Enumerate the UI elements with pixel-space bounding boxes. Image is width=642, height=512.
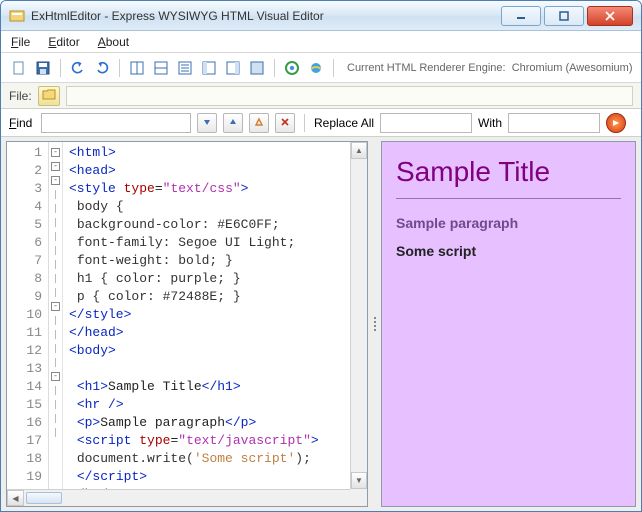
layout-lines-icon[interactable] [175,58,195,78]
renderer-value: Chromium (Awesomium) [512,62,633,74]
window-title: ExHtmlEditor - Express WYSIWYG HTML Visu… [31,9,498,23]
scroll-track[interactable] [24,490,350,506]
redo-icon[interactable] [92,58,112,78]
findbar: Find Replace All With [1,109,641,137]
open-file-button[interactable] [38,86,60,106]
preview-pane: Sample Title Sample paragraph Some scrip… [381,141,636,507]
find-input[interactable] [41,113,191,133]
fold-gutter: - - - - - [49,142,63,506]
find-next-button[interactable] [197,113,217,133]
with-label: With [478,116,502,130]
vertical-scrollbar[interactable]: ▲ ▼ [350,142,367,489]
file-label: File: [9,89,32,103]
ie-icon[interactable] [306,58,326,78]
app-icon [9,8,25,24]
preview-script-output: Some script [396,243,621,259]
menu-file[interactable]: File [11,35,30,49]
clear-button[interactable] [275,113,295,133]
code-editor[interactable]: <html> <head> <style type="text/css"> bo… [63,142,367,506]
code-body: 123456789101112131415161718192021 - - - -- … [7,142,367,506]
replace-input[interactable] [380,113,472,133]
new-icon[interactable] [9,58,29,78]
preview-title: Sample Title [396,156,621,188]
renderer-label: Current HTML Renderer Engine: Chromium (… [347,62,633,74]
fold-toggle[interactable]: - [51,372,60,381]
fold-toggle[interactable]: - [51,148,60,157]
scroll-thumb[interactable] [26,492,62,504]
scroll-up-icon[interactable]: ▲ [351,142,367,159]
scroll-left-icon[interactable]: ◀ [7,490,24,506]
fold-toggle[interactable]: - [51,176,60,185]
fold-toggle[interactable]: - [51,302,60,311]
close-button[interactable] [587,6,633,26]
chrome-icon[interactable] [282,58,302,78]
highlight-button[interactable] [249,113,269,133]
toolbar-sep [333,59,334,77]
menu-editor[interactable]: Editor [48,35,79,49]
clear-icon [280,116,290,130]
menubar: File Editor About [1,31,641,53]
maximize-button[interactable] [544,6,584,26]
layout-split-icon[interactable] [127,58,147,78]
minimize-button[interactable] [501,6,541,26]
app-window: ExHtmlEditor - Express WYSIWYG HTML Visu… [0,0,642,512]
layout-full-icon[interactable] [247,58,267,78]
toolbar: Current HTML Renderer Engine: Chromium (… [1,53,641,83]
undo-icon[interactable] [68,58,88,78]
play-icon [612,116,620,130]
toolbar-sep [274,59,275,77]
renderer-label-text: Current HTML Renderer Engine: [347,62,506,74]
workarea: 123456789101112131415161718192021 - - - -- … [1,137,641,511]
with-input[interactable] [508,113,600,133]
find-prev-button[interactable] [223,113,243,133]
layout-preview-icon[interactable] [223,58,243,78]
menu-about[interactable]: About [98,35,129,49]
replace-go-button[interactable] [606,113,626,133]
layout-vert-icon[interactable] [151,58,171,78]
toolbar-sep [119,59,120,77]
folder-icon [42,88,56,103]
line-gutter: 123456789101112131415161718192021 [7,142,49,506]
filebar: File: [1,83,641,109]
preview-paragraph: Sample paragraph [396,215,621,231]
save-icon[interactable] [33,58,53,78]
window-buttons [498,6,633,26]
arrow-down-icon [202,116,212,130]
highlight-icon [254,116,264,130]
layout-code-icon[interactable] [199,58,219,78]
find-label: Find [9,116,35,130]
horizontal-scrollbar[interactable]: ◀ ▶ [7,489,367,506]
titlebar: ExHtmlEditor - Express WYSIWYG HTML Visu… [1,1,641,31]
findbar-sep [304,114,305,132]
scroll-down-icon[interactable]: ▼ [351,472,367,489]
toolbar-sep [60,59,61,77]
preview-hr [396,198,621,199]
splitter[interactable] [372,141,377,507]
arrow-up-icon [228,116,238,130]
file-path-input[interactable] [66,86,633,106]
code-pane: 123456789101112131415161718192021 - - - -- … [6,141,368,507]
fold-toggle[interactable]: - [51,162,60,171]
replace-label: Replace All [314,116,374,130]
scroll-corner [350,489,367,506]
